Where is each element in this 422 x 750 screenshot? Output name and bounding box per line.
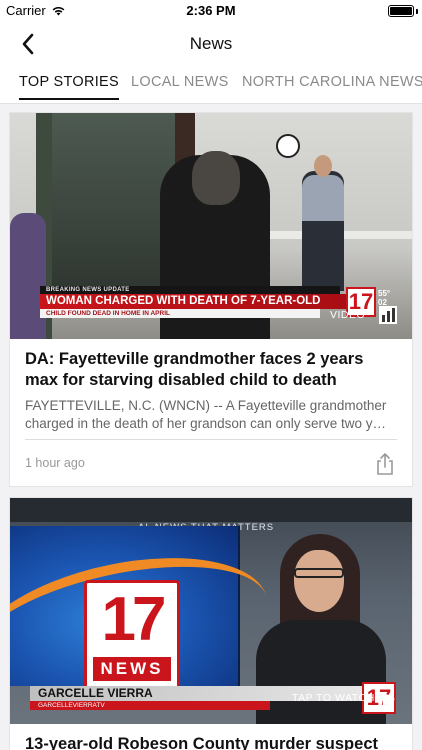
scene-anchor-face [294,550,344,612]
status-time: 2:36 PM [186,3,236,18]
chyron-headline: WOMAN CHARGED WITH DEATH OF 7-YEAR-OLD [40,294,346,309]
tab-label: NORTH CAROLINA NEWS [242,74,422,90]
share-icon [377,453,393,475]
story-feed[interactable]: BREAKING NEWS UPDATE WOMAN CHARGED WITH … [0,104,422,750]
clock-icon [276,134,300,158]
story-footer: 1 hour ago [25,440,397,486]
anchor-handle: GARCELLEVIERRATV [30,701,270,710]
story-timestamp: 1 hour ago [25,456,85,470]
story-headline[interactable]: DA: Fayetteville grandmother faces 2 yea… [25,349,397,391]
tap-to-watch-label: TAP TO WATCH [292,692,375,704]
story-headline[interactable]: 13-year-old Robeson County murder suspec… [25,734,397,750]
story-thumbnail[interactable]: BREAKING NEWS UPDATE WOMAN CHARGED WITH … [10,113,412,339]
scene-screen: 17 NEWS [10,526,281,724]
logo-number: 17 [101,585,167,654]
page-title: News [189,34,233,53]
scene-person [10,213,46,339]
story-body: DA: Fayetteville grandmother faces 2 yea… [10,339,412,486]
battery-icon [388,5,414,17]
tab-label: TOP STORIES [19,74,119,90]
chyron-subline: CHILD FOUND DEAD IN HOME IN APRIL [40,309,320,318]
scene-window [52,113,176,303]
scene-officer-shirt [302,175,344,221]
story-card[interactable]: AL NEWS THAT MATTERS 17 NEWS GARCELLE VI… [10,498,412,750]
status-bar: Carrier 2:36 PM [0,0,422,22]
tab-top-stories[interactable]: TOP STORIES [19,74,119,103]
scene-ceiling [10,498,412,522]
story-card[interactable]: BREAKING NEWS UPDATE WOMAN CHARGED WITH … [10,113,412,486]
active-tab-indicator [19,98,119,100]
tab-label: LOCAL NEWS [131,74,229,90]
scene-officer-head [314,155,332,177]
breaking-label: BREAKING NEWS UPDATE [40,286,340,294]
share-button[interactable] [373,452,397,476]
temperature-readout: 55° 02 [378,289,390,307]
logo-text: NEWS [93,657,171,681]
story-thumbnail[interactable]: AL NEWS THAT MATTERS 17 NEWS GARCELLE VI… [10,498,412,724]
tab-local-news[interactable]: LOCAL NEWS [131,74,229,103]
section-tabs: TOP STORIES LOCAL NEWS NORTH CAROLINA NE… [0,66,422,104]
story-summary: FAYETTEVILLE, N.C. (WNCN) -- A Fayettevi… [25,398,387,431]
temperature-value: 55° [378,289,391,298]
story-body: 13-year-old Robeson County murder suspec… [10,724,412,750]
station-logo: 17 NEWS [84,580,180,690]
play-icon [383,692,395,706]
scene-head [192,151,240,205]
video-icon [379,306,397,324]
tab-north-carolina-news[interactable]: NORTH CAROLINA NEWS [242,74,422,103]
battery-tip [416,9,418,14]
video-label: VIDEO [330,309,366,321]
battery-fill [390,7,412,15]
nav-bar: News [0,22,422,66]
scene-glasses [294,568,344,578]
